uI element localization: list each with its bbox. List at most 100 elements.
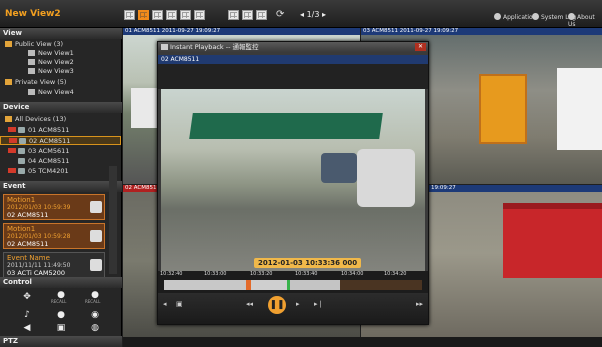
tree-public-view[interactable]: Public View (3) — [0, 40, 121, 49]
ptz-move-icon[interactable]: ✥ — [18, 291, 36, 303]
about-us-link[interactable]: About Us — [568, 13, 602, 28]
camera-event-icon — [90, 259, 102, 271]
close-button[interactable]: ✕ — [415, 43, 426, 51]
timeline-segment — [251, 280, 287, 290]
tree-label: Private View (5) — [15, 78, 67, 86]
timeline-tick: 10:33:20 — [250, 271, 273, 277]
top-toolbar: New View2 ⟳ ◂ 1/3 ▸ Application System L… — [0, 0, 602, 28]
tree-device-02[interactable]: 02 ACM8511 — [0, 136, 121, 145]
camera-icon — [18, 148, 25, 154]
event-item[interactable]: Motion1 2012/01/03 10:59:28 02 ACM8511 — [3, 223, 105, 249]
ptz-section-header[interactable]: PTZ — [0, 336, 122, 347]
microphone-icon[interactable]: ♪ — [18, 309, 36, 321]
next-page-icon[interactable]: ▸ — [319, 10, 326, 19]
tree-label: 04 ACM8511 — [28, 157, 70, 165]
tile-title: 01 ACM8511 2011-09-27 19:09:27 — [123, 28, 360, 35]
instant-playback-window[interactable]: Instant Playback -- 通報監控 ✕ 02 ACM8511 20… — [157, 41, 429, 325]
bottom-strip — [123, 337, 602, 347]
timeline-tick: 10:33:00 — [204, 271, 227, 277]
playback-timeline[interactable]: 10:32:40 10:33:00 10:33:20 10:33:40 10:3… — [158, 271, 428, 293]
recall-caption: RECALL — [51, 299, 67, 304]
record-button[interactable] — [242, 10, 253, 20]
tile-title: 03 ACM8511 2011-09-27 19:09:27 — [361, 28, 602, 35]
application-link[interactable]: Application — [494, 13, 537, 21]
playback-timestamp: 2012-01-03 10:33:36 000 — [254, 258, 362, 268]
playback-controls: ◂ ▣ ◂◂ ❚❚ ▸ ▸❘ ▸▸ — [158, 293, 428, 324]
tree-label: New View2 — [38, 58, 74, 66]
motion-icon — [90, 230, 102, 242]
control-section-header[interactable]: Control — [0, 277, 122, 288]
timeline-tick: 10:33:40 — [295, 271, 318, 277]
timeline-tick: 10:34:20 — [384, 271, 407, 277]
tree-label: 02 ACM8511 — [29, 137, 71, 145]
camera-icon — [18, 127, 25, 133]
window-icon — [161, 44, 168, 50]
tree-new-view2[interactable]: New View2 — [0, 58, 121, 67]
snapshot-icon[interactable]: ▣ — [52, 322, 70, 334]
page-number: 1/3 — [306, 10, 320, 19]
step-forward-button[interactable]: ▸❘ — [314, 300, 323, 308]
tree-device-03[interactable]: 03 ACM5611 — [0, 147, 121, 156]
speaker-icon[interactable]: ◀ — [18, 322, 36, 334]
tree-new-view4[interactable]: New View4 — [0, 88, 121, 97]
event-item[interactable]: Event Name 2011/11/11 11:49:50 03 ACTi C… — [3, 252, 105, 278]
tree-label: New View1 — [38, 49, 74, 57]
fast-forward-icon[interactable]: ▸▸ — [416, 300, 423, 308]
layout-1plus5-button[interactable] — [180, 10, 191, 20]
event-device: 02 ACM8511 — [7, 211, 49, 219]
pause-button[interactable]: ❚❚ — [268, 296, 286, 314]
layout-3x3-button[interactable] — [152, 10, 163, 20]
layout-1x1-button[interactable] — [124, 10, 135, 20]
vehicle-shape — [131, 88, 159, 128]
snapshot-icon[interactable]: ▣ — [176, 300, 183, 308]
event-item[interactable]: Motion1 2012/01/03 10:59:39 02 ACM8511 — [3, 194, 105, 220]
record-alt-icon[interactable]: ◉ — [86, 309, 104, 321]
bus-shape — [557, 68, 602, 150]
playback-title: Instant Playback -- 通報監控 — [170, 43, 259, 51]
layout-4x4-button[interactable] — [166, 10, 177, 20]
playback-camera-label: 02 ACM8511 — [161, 56, 200, 63]
tree-label: 03 ACM5611 — [28, 147, 70, 155]
event-section-header[interactable]: Event — [0, 181, 122, 192]
camera-icon — [18, 158, 25, 164]
snapshot-button[interactable] — [228, 10, 239, 20]
event-time: 2012/01/03 10:59:39 — [7, 204, 71, 211]
record-dot-icon[interactable]: ● — [52, 309, 70, 321]
playback-letterbox — [158, 64, 428, 89]
tree-device-04[interactable]: 04 ACM8511 — [0, 157, 121, 166]
tree-new-view3[interactable]: New View3 — [0, 67, 121, 76]
timeline-track[interactable] — [164, 280, 422, 290]
playback-button[interactable] — [256, 10, 267, 20]
recording-icon — [8, 168, 16, 173]
refresh-icon[interactable]: ⟳ — [276, 9, 284, 20]
playback-title-bar[interactable]: Instant Playback -- 通報監控 — [158, 42, 428, 52]
tree-device-01[interactable]: 01 ACM8511 — [0, 126, 121, 135]
page-indicator: ◂ 1/3 ▸ — [300, 10, 326, 19]
info-icon — [568, 13, 575, 20]
rewind-icon[interactable]: ◂ — [163, 300, 167, 308]
tree-all-devices[interactable]: All Devices (13) — [0, 115, 121, 124]
layout-1plus7-button[interactable] — [194, 10, 205, 20]
layout-icon — [28, 68, 35, 74]
camera-icon — [18, 168, 25, 174]
device-section-header[interactable]: Device — [0, 102, 122, 113]
timeline-tick: 10:32:40 — [160, 271, 183, 277]
fire-truck-shape — [503, 203, 602, 278]
event-time: 2012/01/03 10:59:28 — [7, 233, 71, 240]
view-section-header[interactable]: View — [0, 28, 122, 39]
play-forward-button[interactable]: ▸ — [296, 300, 300, 308]
event-name: Motion1 — [7, 196, 36, 204]
layout-icon — [28, 59, 35, 65]
tree-device-05[interactable]: 05 TCM4201 — [0, 167, 121, 176]
tree-new-view1[interactable]: New View1 — [0, 49, 121, 58]
bus-shape — [479, 74, 527, 144]
step-back-button[interactable]: ◂◂ — [246, 300, 253, 308]
layout-2x2-button[interactable] — [138, 10, 149, 20]
tree-private-view[interactable]: Private View (5) — [0, 78, 121, 87]
view-title: New View2 — [5, 9, 61, 19]
car-shape — [321, 153, 357, 183]
layout-icon — [28, 89, 35, 95]
event-name: Motion1 — [7, 225, 36, 233]
audio-toggle-icon[interactable]: ◍ — [86, 322, 104, 334]
event-scrollbar[interactable] — [109, 166, 117, 274]
